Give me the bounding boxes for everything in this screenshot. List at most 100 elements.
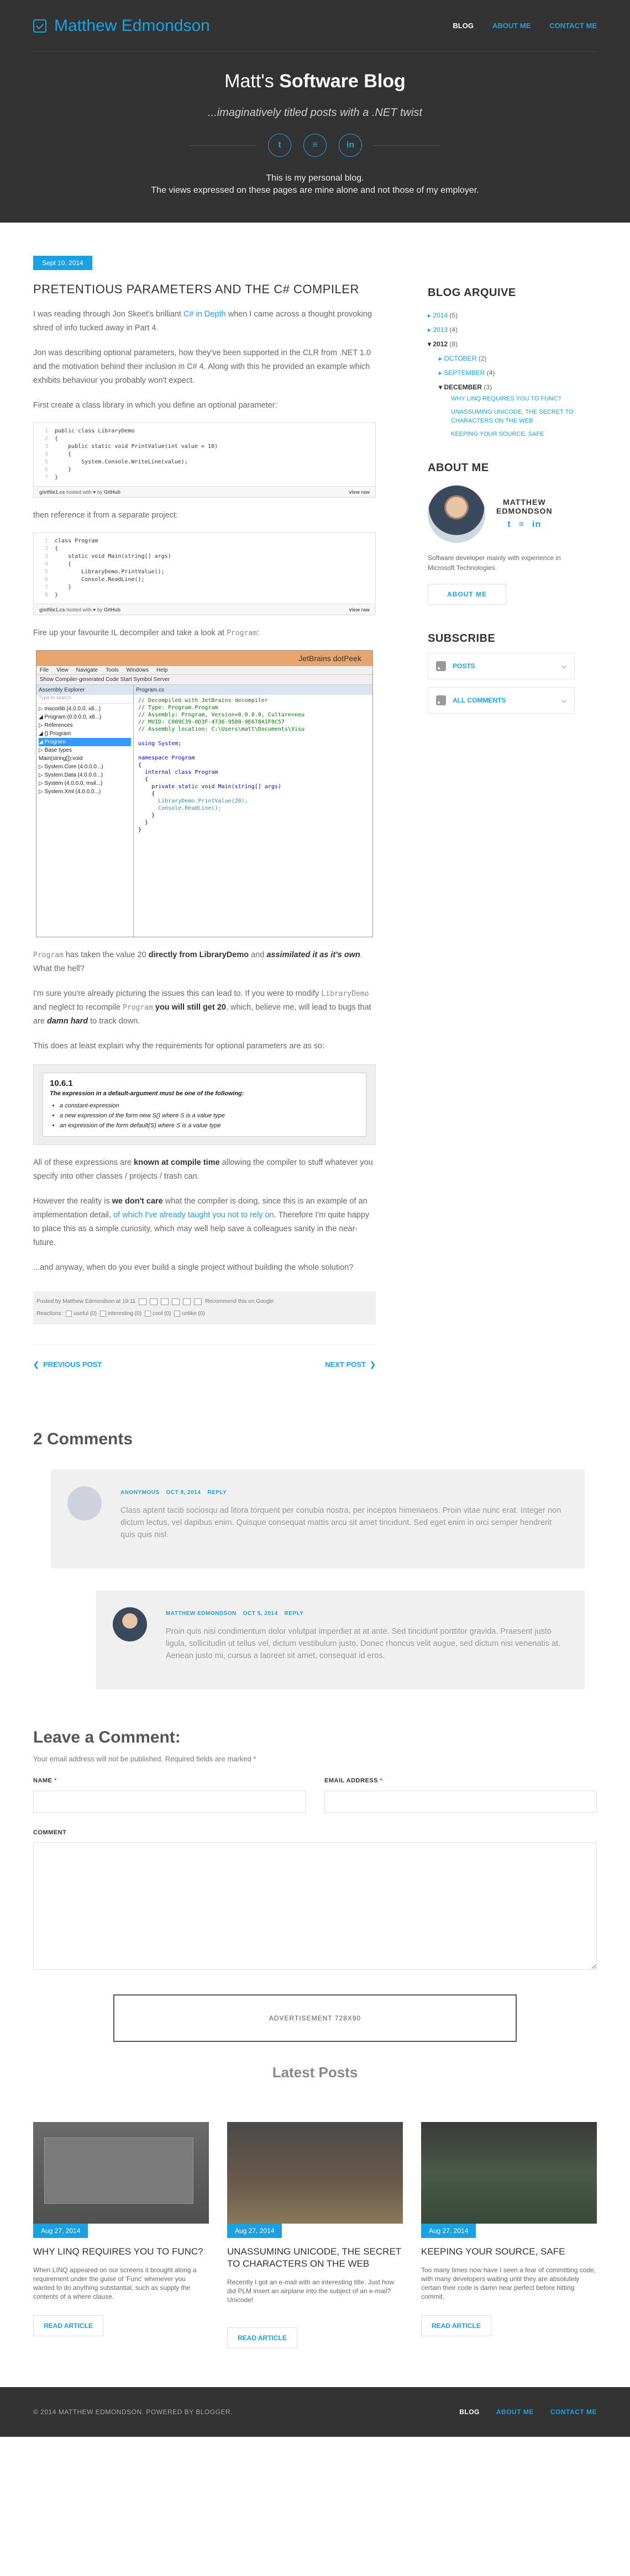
reaction-cool[interactable]: cool (0) (145, 1308, 171, 1320)
code-line: } (138, 812, 155, 819)
gist-filename[interactable]: gistfile1.cs (39, 489, 65, 495)
spec-item-text: a constant-expression (60, 1102, 119, 1109)
read-article-button[interactable]: READ ARTICLE (421, 2315, 491, 2336)
tree-node: ▷ System.Xml (4.0.0.0...) (39, 789, 101, 795)
next-post-link[interactable]: NEXT POST ❯ (325, 1360, 376, 1369)
read-article-button[interactable]: READ ARTICLE (33, 2315, 103, 2336)
twitter-share-icon[interactable] (161, 1298, 169, 1305)
inline-code: Program (123, 1004, 153, 1012)
google-plus-icon[interactable] (194, 1298, 202, 1305)
footer-nav-about-me[interactable]: ABOUT ME (496, 2408, 534, 2416)
subscribe-posts[interactable]: POSTS ⌵ (428, 653, 575, 679)
inline-code: Program (33, 951, 64, 959)
gist-hosted: hosted with ♥ by (66, 606, 103, 613)
month-label: DECEMBER (444, 383, 482, 391)
facebook-share-icon[interactable] (172, 1298, 180, 1305)
view-raw-link[interactable]: view raw (349, 607, 370, 613)
sidebar: BLOG ARQUIVE ▸ 2014 (5) ▸ 2013 (4) ▾ 201… (428, 256, 575, 1369)
post-thumbnail[interactable] (227, 2122, 403, 2224)
text: I was reading through Jon Skeet's brilli… (33, 310, 183, 319)
post-card-title[interactable]: UNASSUMING UNICODE, THE SECRET TO CHARAC… (227, 2246, 403, 2270)
year-count: (8) (449, 340, 458, 348)
github-link[interactable]: GitHub (104, 607, 120, 613)
twitter-icon[interactable]: t (507, 520, 511, 530)
brand-link[interactable]: Matthew Edmondson (33, 17, 210, 35)
email-input[interactable] (324, 1791, 597, 1813)
spec-item: a new expression of the form new S() whe… (60, 1111, 359, 1121)
archive-title: BLOG ARQUIVE (428, 287, 516, 299)
comments-section: 2 Comments ANONYMOUS OCT 8, 2014 REPLY Cla… (0, 1430, 630, 2042)
nav-blog[interactable]: BLOG (453, 22, 474, 30)
post-thumbnail[interactable] (421, 2122, 597, 2224)
reply-link[interactable]: REPLY (285, 1611, 304, 1617)
twitter-icon[interactable]: t (268, 134, 291, 157)
reply-link[interactable]: REPLY (207, 1490, 227, 1496)
archive-month[interactable]: ▸ OCTOBER (2) (428, 351, 575, 366)
linkedin-icon[interactable]: in (532, 520, 541, 530)
spec-item: a constant-expression (60, 1101, 359, 1111)
name-label-text: NAME (33, 1777, 53, 1784)
archive-post-link[interactable]: KEEPING YOUR SOURCE, SAFE (428, 430, 575, 443)
rss-icon (436, 695, 446, 705)
linkedin-icon[interactable]: in (339, 134, 362, 157)
stackoverflow-icon[interactable]: ≡ (519, 520, 524, 530)
post-thumbnail[interactable] (33, 2122, 209, 2224)
archive-post-link[interactable]: UNASSUMING UNICODE, THE SECRET TO CHARAC… (428, 408, 575, 430)
post-card-title[interactable]: WHY LINQ REQUIRES YOU TO FUNC? (33, 2246, 209, 2258)
subscribe-comments[interactable]: ALL COMMENTS ⌵ (428, 687, 575, 714)
tree-node: ▷ mscorlib (4.0.0.0, x8...) (39, 706, 101, 712)
archive-year[interactable]: ▸ 2013 (4) (428, 323, 575, 337)
comment-meta: ANONYMOUS OCT 8, 2014 REPLY (120, 1490, 568, 1496)
view-raw-link[interactable]: view raw (349, 489, 370, 495)
footer-nav-contact-me[interactable]: CONTACT ME (550, 2408, 597, 2416)
stackoverflow-icon[interactable]: ≡ (303, 134, 327, 157)
about-name: MATTHEW EDMONDSON t ≡ in (496, 498, 553, 543)
archive-year[interactable]: ▸ 2014 (5) (428, 308, 575, 323)
checkbox[interactable] (174, 1310, 181, 1317)
archive-post-link[interactable]: WHY LINQ REQUIRES YOU TO FUNC? (428, 394, 575, 408)
implementation-detail-link[interactable]: of which I've already taught you not to … (113, 1211, 274, 1220)
github-link[interactable]: GitHub (104, 489, 120, 495)
main-menu: BLOG ABOUT ME CONTACT ME (453, 22, 597, 30)
footer-nav-blog[interactable]: BLOG (459, 2408, 480, 2416)
email-share-icon[interactable] (139, 1298, 147, 1305)
archive-month-open[interactable]: ▾ DECEMBER (3) (428, 380, 575, 394)
csharp-in-depth-link[interactable]: C# in Depth (183, 310, 226, 319)
comment-label: COMMENT (33, 1829, 67, 1836)
checkbox[interactable] (66, 1310, 72, 1317)
site-header: Matthew Edmondson BLOG ABOUT ME CONTACT … (0, 0, 630, 223)
pinterest-share-icon[interactable] (183, 1298, 191, 1305)
comment-meta: MATTHEW EDMONDSON OCT 5, 2014 REPLY (166, 1611, 568, 1617)
comment-reply: MATTHEW EDMONDSON OCT 5, 2014 REPLY Proin … (96, 1591, 585, 1690)
reaction-useful[interactable]: useful (0) (66, 1308, 97, 1320)
reaction-interesting[interactable]: interesting (0) (99, 1308, 141, 1320)
previous-post-link[interactable]: ❮ PREVIOUS POST (33, 1360, 102, 1369)
blog-share-icon[interactable] (150, 1298, 158, 1305)
nav-contact-me[interactable]: CONTACT ME (549, 22, 597, 30)
gist-filename[interactable]: gistfile1.cs (39, 607, 65, 613)
reactions-label: Reactions: (36, 1311, 63, 1317)
post-card-title[interactable]: KEEPING YOUR SOURCE, SAFE (421, 2246, 597, 2258)
paragraph-6: Program has taken the value 20 directly … (33, 948, 376, 976)
comment-body: MATTHEW EDMONDSON OCT 5, 2014 REPLY Proin … (166, 1607, 568, 1662)
reaction-unlike[interactable]: unlike (0) (174, 1308, 205, 1320)
archive-year-open[interactable]: ▾ 2012 (8) (428, 337, 575, 351)
checkbox[interactable] (99, 1310, 106, 1317)
nav-about-me[interactable]: ABOUT ME (492, 22, 531, 30)
name-input[interactable] (33, 1791, 306, 1813)
about-me-button[interactable]: ABOUT ME (428, 584, 506, 605)
email-label-text: EMAIL ADDRESS (324, 1777, 378, 1784)
read-article-button[interactable]: READ ARTICLE (227, 2327, 297, 2348)
footer-links: BLOG ABOUT ME CONTACT ME (459, 2408, 597, 2416)
advertisement-box[interactable]: ADVERTISEMENT 728X90 (113, 1994, 517, 2042)
gist-meta: gistfile1.cs hosted with ♥ by GitHub vie… (34, 604, 375, 615)
bold-text: you will still get 20 (155, 1003, 226, 1012)
comment-textarea[interactable] (33, 1843, 597, 1970)
archive-month[interactable]: ▸ SEPTEMBER (4) (428, 366, 575, 380)
comment-text: Class aptent taciti sociosqu ad litora t… (120, 1506, 561, 1539)
comment-group: COMMENT (33, 1829, 597, 1972)
dotpeek-menu-item: Windows (126, 667, 149, 673)
subscribe-title: SUBSCRIBE (428, 632, 496, 645)
checkbox[interactable] (145, 1310, 151, 1317)
